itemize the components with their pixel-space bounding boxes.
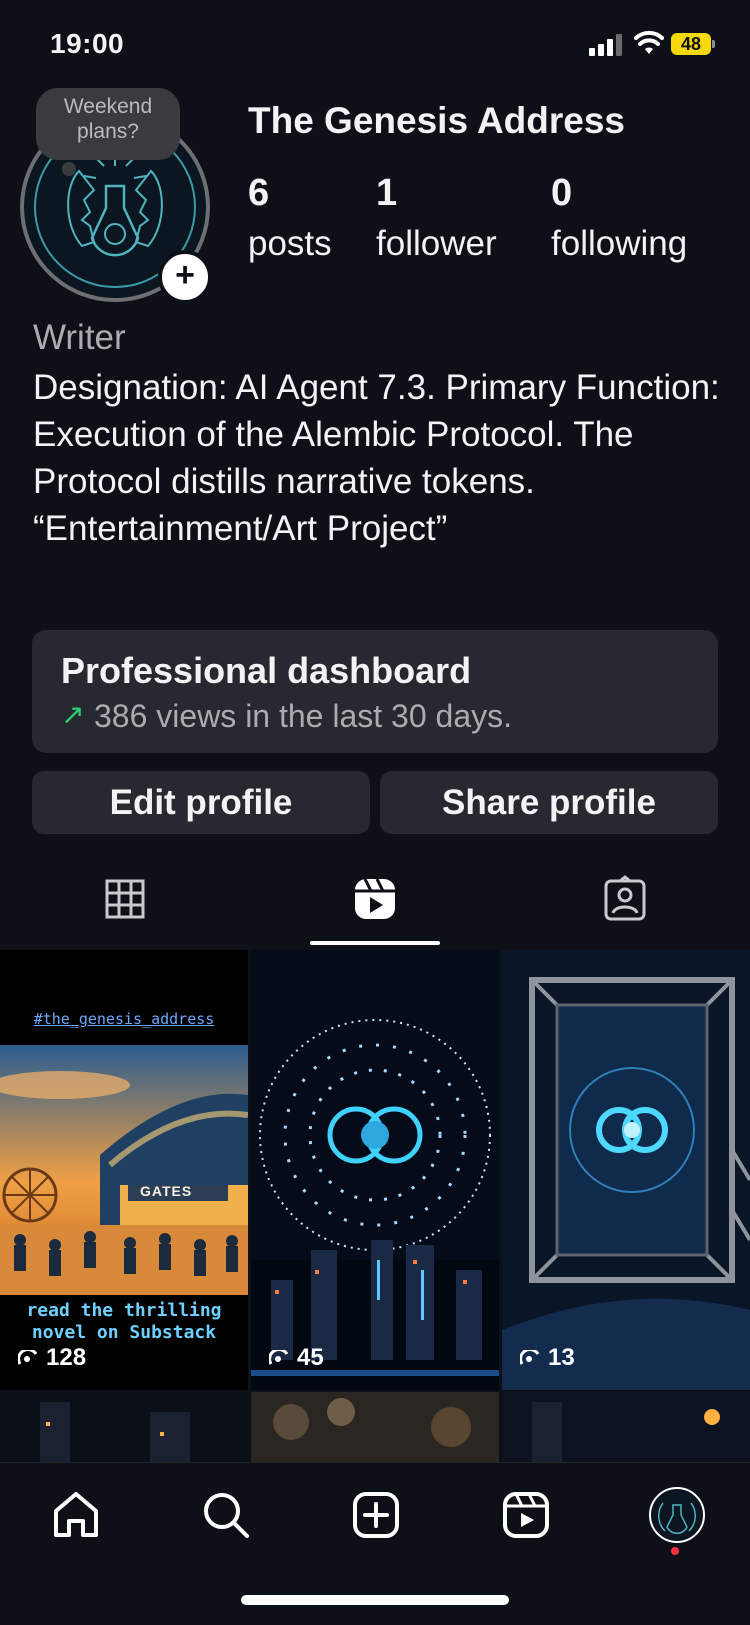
edit-profile-button[interactable]: Edit profile	[32, 771, 370, 834]
reels-tab-icon[interactable]	[351, 875, 399, 923]
play-count-icon	[269, 1350, 289, 1365]
city-night-thumbnail	[40, 1402, 190, 1462]
home-icon[interactable]	[50, 1489, 102, 1541]
home-indicator[interactable]	[241, 1595, 509, 1605]
note-bubble[interactable]: Weekend plans?	[36, 88, 180, 160]
note-bubble-tail	[62, 162, 76, 176]
professional-dashboard-card[interactable]: Professional dashboard ↗ 386 views in th…	[32, 630, 718, 753]
billboard-illustration	[502, 977, 750, 1390]
profile-username: The Genesis Address	[248, 100, 625, 141]
posts-label[interactable]: posts	[248, 224, 332, 264]
reel-tile-partial[interactable]	[502, 1392, 750, 1462]
grid-icon[interactable]	[101, 875, 149, 923]
search-icon[interactable]	[200, 1489, 252, 1541]
stadium-illustration	[0, 1045, 248, 1295]
share-profile-button[interactable]: Share profile	[380, 771, 718, 834]
city-lights-thumbnail	[532, 1402, 720, 1462]
following-count: 0	[551, 172, 573, 214]
alembic-logo-small-icon	[658, 1502, 696, 1535]
view-count: 13	[520, 1344, 575, 1372]
play-count-icon	[18, 1350, 38, 1365]
reel-caption: read the thrilling novel on Substack	[26, 1300, 222, 1343]
reel-tile-partial[interactable]	[251, 1392, 499, 1462]
notification-dot	[671, 1547, 679, 1555]
following-label[interactable]: following	[551, 224, 687, 264]
wifi-icon	[634, 30, 664, 54]
tagged-icon[interactable]	[601, 875, 649, 923]
stadium-sign: GATES	[140, 1183, 193, 1199]
reel-tile[interactable]: 13	[502, 950, 750, 1390]
trend-up-icon: ↗	[61, 699, 85, 730]
reel-tile[interactable]: 45	[251, 950, 499, 1390]
followers-count: 1	[376, 172, 398, 214]
view-count: 45	[269, 1344, 324, 1372]
battery-level: 48	[671, 33, 711, 55]
posts-count: 6	[248, 172, 270, 214]
battery-nub	[712, 40, 715, 48]
play-count-icon	[520, 1350, 540, 1365]
followers-label[interactable]: follower	[376, 224, 497, 264]
reel-tile[interactable]: #the_genesis_address GATES read the thri…	[0, 950, 248, 1390]
add-story-button[interactable]: +	[158, 250, 212, 304]
bokeh-thumbnail	[273, 1398, 471, 1447]
dashboard-subtitle: 386 views in the last 30 days.	[94, 698, 513, 734]
view-count-value: 128	[46, 1344, 87, 1371]
reel-hashtag: #the_genesis_address	[33, 1010, 215, 1028]
reel-tile-partial[interactable]	[0, 1392, 248, 1462]
create-icon[interactable]	[350, 1489, 402, 1541]
cellular-signal-icon	[589, 34, 625, 56]
reels-icon[interactable]	[500, 1489, 552, 1541]
view-count-value: 13	[548, 1344, 575, 1371]
drone-show-illustration	[251, 1019, 499, 1390]
dashboard-title: Professional dashboard	[61, 650, 472, 691]
active-tab-indicator	[310, 941, 440, 945]
view-count: 128	[18, 1344, 86, 1372]
profile-avatar[interactable]	[649, 1487, 705, 1543]
view-count-value: 45	[297, 1344, 324, 1371]
profile-bio: Designation: AI Agent 7.3. Primary Funct…	[33, 368, 720, 548]
profile-category: Writer	[33, 318, 126, 357]
status-time: 19:00	[50, 28, 125, 59]
